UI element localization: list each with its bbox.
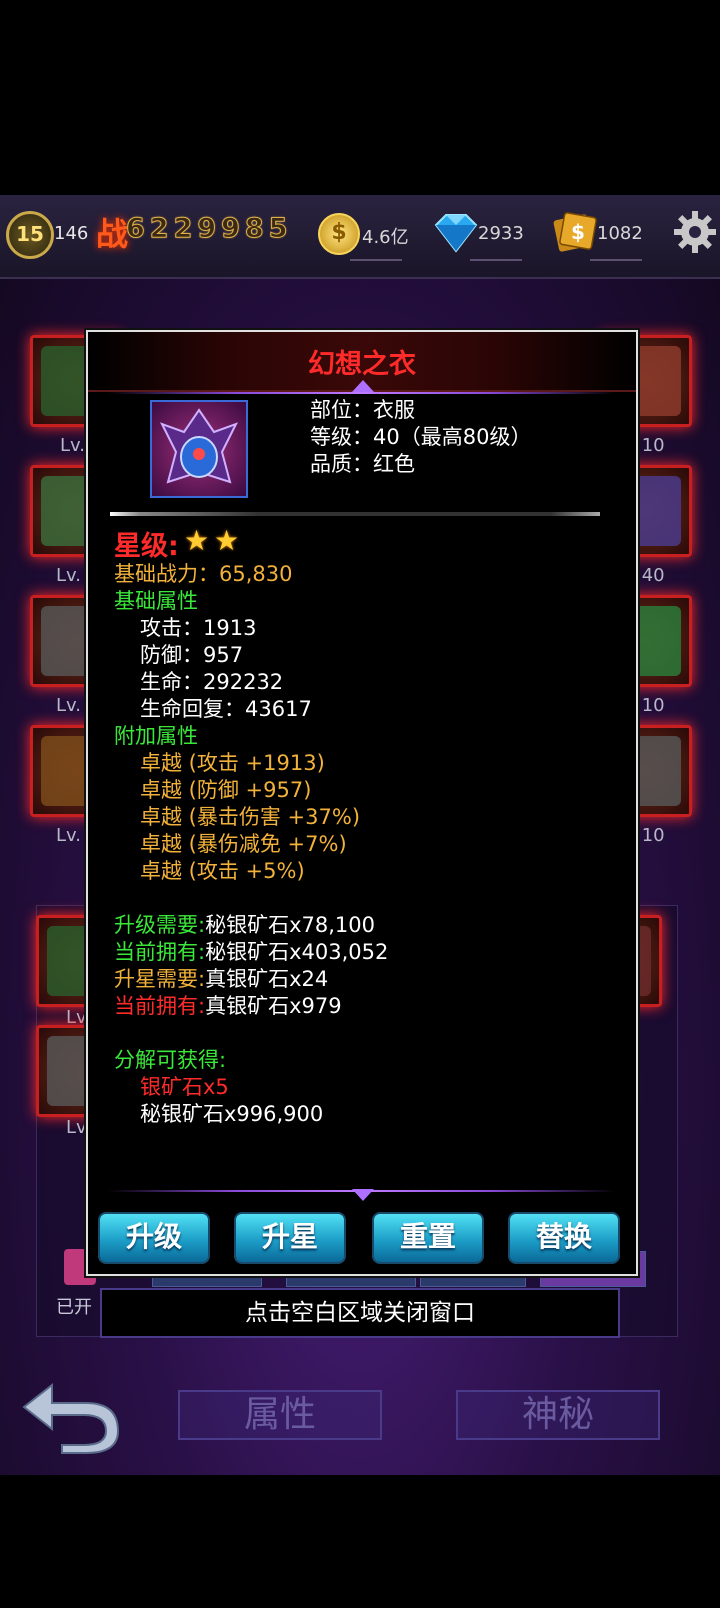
decompose-item: 秘银矿石x996,900: [140, 1102, 324, 1126]
upgrade-have-label: 当前拥有:: [114, 940, 206, 964]
power-icon: 战: [96, 215, 129, 253]
diamond-underline: [470, 259, 522, 261]
upgrade-button[interactable]: 升级: [98, 1212, 210, 1264]
star-icon: ★: [214, 524, 240, 557]
base-attr-defense: 防御：957: [140, 643, 244, 667]
item-detail-popup: 幻想之衣 部位：衣服 等级：40（最高80级） 品质：红色 星级: ★ ★ 基础…: [86, 330, 638, 1276]
star-have: 当前拥有:真银矿石x979: [114, 990, 342, 1020]
close-window-hint[interactable]: 点击空白区域关闭窗口: [100, 1288, 620, 1338]
upgrade-need: 升级需要:秘银矿石x78,100: [114, 909, 375, 939]
player-level: 146: [54, 223, 89, 244]
star-need: 升星需要:真银矿石x24: [114, 963, 328, 993]
up-arrow-icon: [352, 380, 374, 392]
info-quality: 品质：红色: [310, 452, 415, 476]
top-resource-bar: 15 146 战 6229985 $ 4.6亿 2933 $ 1082: [0, 195, 720, 279]
star-need-label: 升星需要:: [114, 967, 206, 991]
extra-attr-row: 卓越 (暴击伤害 +37%): [140, 805, 361, 829]
diamond-icon: [434, 214, 478, 253]
tab-attributes[interactable]: 属性: [178, 1390, 382, 1440]
slot-level-label: Lv: [66, 1117, 87, 1138]
slot-level-label: Lv.: [56, 695, 82, 716]
base-attr-hp: 生命：292232: [140, 670, 284, 694]
gold-coin-icon: $: [318, 213, 360, 255]
game-screen: 15 146 战 6229985 $ 4.6亿 2933 $ 1082 Lv. …: [0, 195, 720, 1475]
extra-attr-row: 卓越 (攻击 +5%): [140, 859, 305, 883]
gold-amount: 4.6亿: [362, 227, 409, 248]
extra-attr-row: 卓越 (暴伤减免 +7%): [140, 832, 347, 856]
upgrade-need-label: 升级需要:: [114, 913, 206, 937]
gold-underline: [350, 259, 402, 261]
info-slot: 部位：衣服: [310, 398, 415, 422]
diamond-amount: 2933: [478, 223, 524, 244]
item-name: 幻想之衣: [308, 349, 416, 380]
star-icon: ★: [184, 524, 210, 557]
slot-level-label: Lv.: [56, 825, 82, 846]
extra-attr-row: 卓越 (攻击 +1913): [140, 751, 325, 775]
base-power: 基础战力：65,830: [114, 562, 293, 586]
tab-mystery[interactable]: 神秘: [456, 1390, 660, 1440]
star-need-value: 真银矿石x24: [205, 967, 329, 991]
slot-level-label: Lv.: [56, 565, 82, 586]
combat-power-value: 6229985: [126, 213, 293, 245]
info-level: 等级：40（最高80级）: [310, 425, 532, 449]
base-attr-attack: 攻击：1913: [140, 616, 257, 640]
slot-level-label: .40: [636, 565, 665, 586]
slot-level-label: .10: [636, 695, 665, 716]
star-have-value: 真银矿石x979: [205, 994, 342, 1018]
star-up-button[interactable]: 升星: [234, 1212, 346, 1264]
slot-level-label: Lv.: [60, 435, 86, 456]
ticket-underline: [590, 259, 642, 261]
section-divider: [110, 512, 600, 516]
upgrade-need-value: 秘银矿石x78,100: [205, 913, 375, 937]
slot-level-label: .10: [636, 825, 665, 846]
svg-text:$: $: [571, 220, 585, 244]
back-arrow-icon[interactable]: [22, 1375, 122, 1455]
base-attr-title: 基础属性: [114, 589, 198, 613]
level-badge-icon[interactable]: 15: [6, 211, 54, 259]
replace-button[interactable]: 替换: [508, 1212, 620, 1264]
base-attr-hp-regen: 生命回复：43617: [140, 697, 312, 721]
decompose-item: 银矿石x5: [140, 1075, 229, 1099]
extra-attr-title: 附加属性: [114, 724, 198, 748]
ticket-icon: $: [553, 212, 597, 252]
slot-level-label: .10: [636, 435, 665, 456]
gift-label: 已开: [56, 1297, 92, 1318]
reset-button[interactable]: 重置: [372, 1212, 484, 1264]
down-arrow-icon: [352, 1189, 374, 1201]
ticket-amount: 1082: [597, 223, 643, 244]
decompose-title: 分解可获得:: [114, 1048, 227, 1072]
item-portrait-icon: [150, 400, 248, 498]
upgrade-have-value: 秘银矿石x403,052: [205, 940, 389, 964]
extra-attr-row: 卓越 (防御 +957): [140, 778, 312, 802]
upgrade-have: 当前拥有:秘银矿石x403,052: [114, 936, 388, 966]
star-have-label: 当前拥有:: [114, 994, 206, 1018]
settings-gear-icon[interactable]: [672, 209, 718, 255]
